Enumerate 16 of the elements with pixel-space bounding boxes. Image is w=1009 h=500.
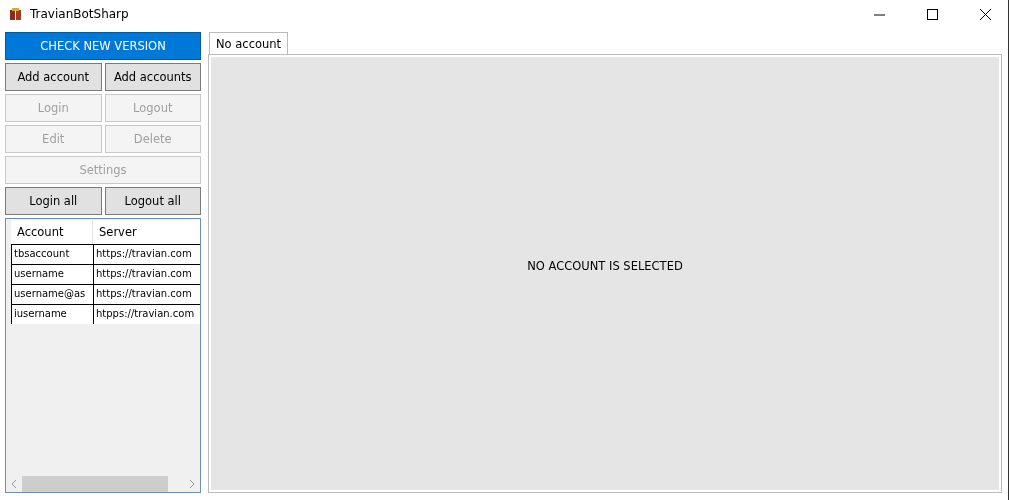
- scroll-left-icon[interactable]: [10, 478, 18, 489]
- action-button[interactable]: Login all: [5, 187, 102, 215]
- table-cell: iusername: [11, 305, 93, 324]
- maximize-icon: [926, 8, 938, 20]
- app-icon: [9, 7, 23, 21]
- table-cell: htpps://travian.com: [93, 305, 200, 324]
- empty-message: NO ACCOUNT IS SELECTED: [527, 259, 683, 273]
- scroll-right-icon[interactable]: [188, 478, 196, 489]
- action-button[interactable]: CHECK NEW VERSION: [5, 32, 201, 60]
- window-title: TravianBotSharp: [30, 7, 130, 21]
- tab[interactable]: No account: [209, 32, 289, 54]
- close-icon: [979, 8, 991, 20]
- action-button[interactable]: Add account: [5, 63, 102, 91]
- scrollbar-thumb[interactable]: [22, 475, 168, 492]
- action-button[interactable]: Add accounts: [104, 63, 201, 91]
- action-button[interactable]: Logout all: [104, 187, 201, 215]
